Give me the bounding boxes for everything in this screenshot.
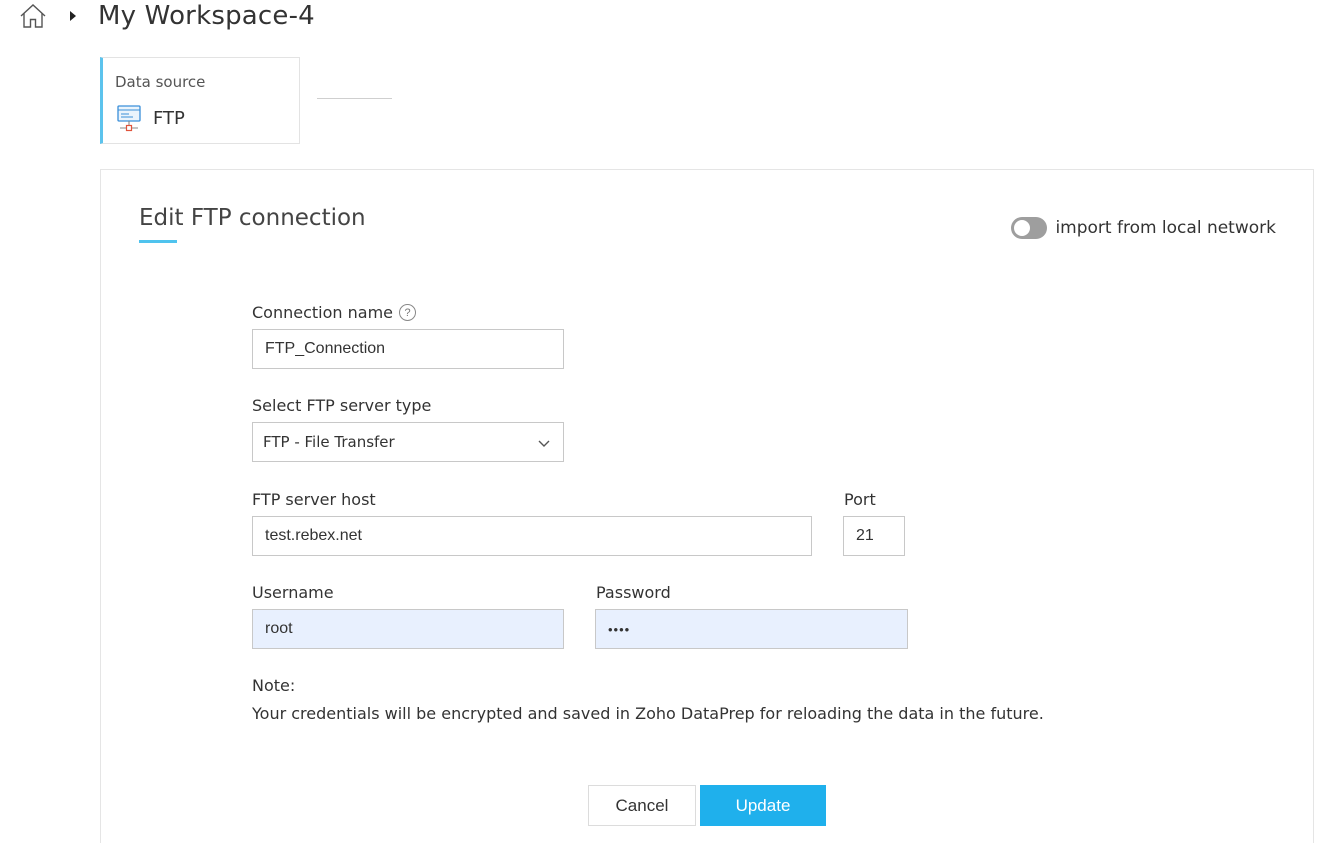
data-source-label: Data source bbox=[115, 73, 206, 91]
note-heading: Note: bbox=[252, 676, 296, 695]
data-source-name: FTP bbox=[153, 107, 185, 129]
host-label: FTP server host bbox=[252, 490, 376, 509]
workspace-title[interactable]: My Workspace-4 bbox=[98, 1, 315, 31]
title-underline bbox=[139, 240, 177, 243]
connection-name-input[interactable]: FTP_Connection bbox=[252, 329, 564, 369]
cancel-button[interactable]: Cancel bbox=[588, 785, 696, 826]
help-icon[interactable]: ? bbox=[399, 304, 416, 321]
edit-connection-panel: Edit FTP connection import from local ne… bbox=[100, 169, 1314, 843]
toggle-switch[interactable] bbox=[1011, 217, 1048, 239]
note-text: Your credentials will be encrypted and s… bbox=[252, 704, 1044, 723]
toggle-knob bbox=[1014, 220, 1031, 236]
port-input[interactable]: 21 bbox=[843, 516, 905, 556]
host-value: test.rebex.net bbox=[265, 527, 362, 544]
toggle-label: import from local network bbox=[1055, 218, 1276, 238]
data-source-row: FTP bbox=[117, 104, 185, 132]
server-type-select[interactable]: FTP - File Transfer bbox=[252, 422, 564, 462]
host-input[interactable]: test.rebex.net bbox=[252, 516, 812, 556]
username-label: Username bbox=[252, 583, 334, 602]
step-connector-line bbox=[317, 98, 392, 99]
connection-name-value: FTP_Connection bbox=[265, 340, 386, 357]
server-type-selected: FTP - File Transfer bbox=[263, 433, 395, 451]
password-label: Password bbox=[596, 583, 671, 602]
connection-name-label: Connection name ? bbox=[252, 303, 416, 322]
password-input[interactable]: •••• bbox=[595, 609, 908, 649]
username-value: root bbox=[265, 620, 293, 637]
port-label: Port bbox=[844, 490, 876, 509]
caret-right-icon bbox=[70, 10, 80, 22]
breadcrumb: My Workspace-4 bbox=[18, 0, 315, 32]
ftp-server-icon bbox=[117, 104, 141, 132]
chevron-down-icon bbox=[537, 436, 551, 450]
connection-name-label-text: Connection name bbox=[252, 303, 393, 322]
local-network-toggle[interactable]: import from local network bbox=[1011, 217, 1276, 239]
data-source-card[interactable]: Data source FTP bbox=[100, 57, 300, 144]
panel-title: Edit FTP connection bbox=[139, 205, 366, 231]
update-button[interactable]: Update bbox=[700, 785, 826, 826]
port-value: 21 bbox=[856, 527, 874, 544]
username-input[interactable]: root bbox=[252, 609, 564, 649]
password-value: •••• bbox=[608, 621, 631, 637]
home-icon[interactable] bbox=[18, 1, 48, 31]
server-type-label: Select FTP server type bbox=[252, 396, 432, 415]
